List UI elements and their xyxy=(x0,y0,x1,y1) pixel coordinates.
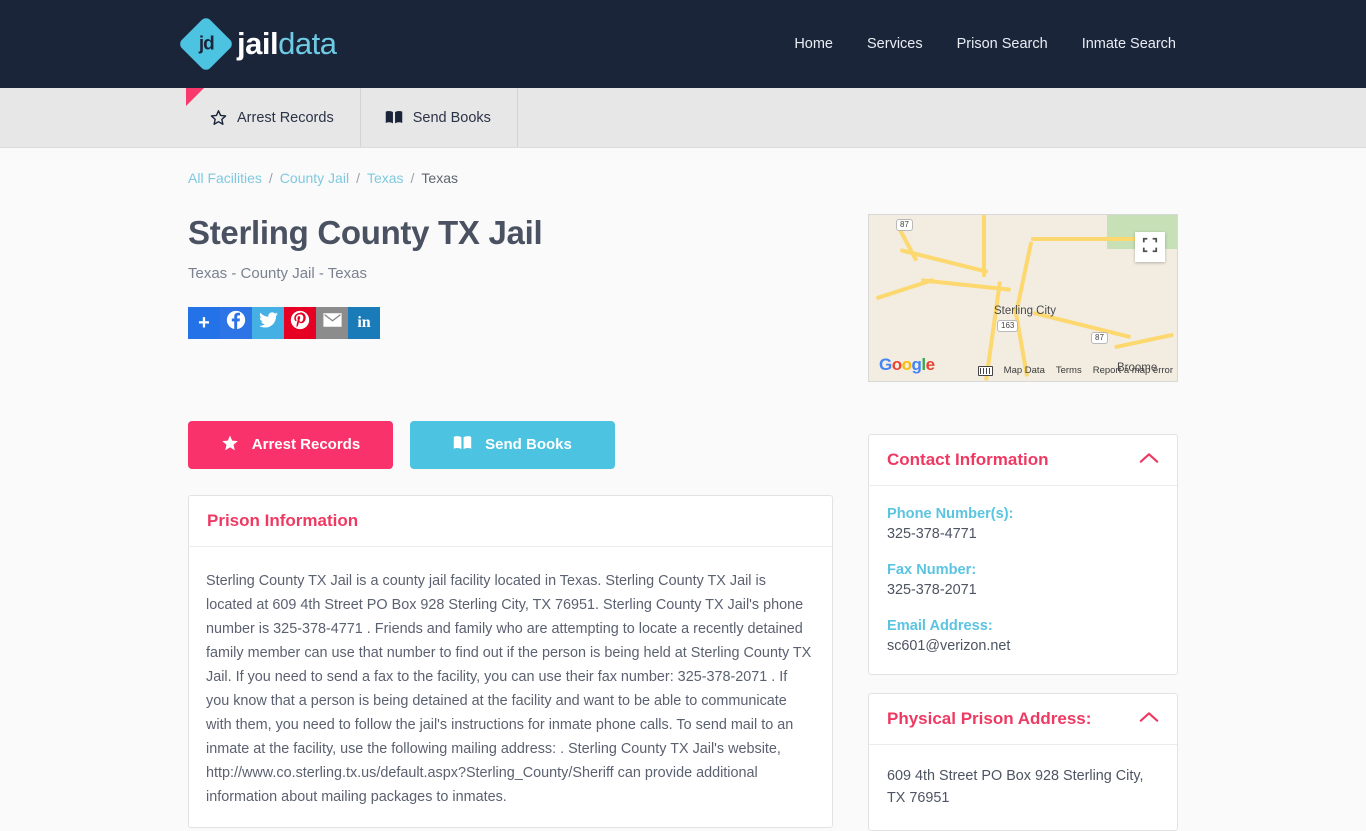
physical-address-value: 609 4th Street PO Box 928 Sterling City,… xyxy=(887,768,1144,807)
main-navigation: Home Services Prison Search Inmate Searc… xyxy=(794,36,1176,52)
logo-wordmark: jaildata xyxy=(237,26,337,62)
tab-arrest-records[interactable]: Arrest Records xyxy=(186,88,361,147)
breadcrumb-item-current: Texas xyxy=(421,170,458,186)
star-icon xyxy=(210,109,227,126)
fax-value: 325-378-2071 xyxy=(887,582,977,598)
map-footer: Map Data Terms Report a map error xyxy=(977,365,1173,376)
nav-item-prison-search[interactable]: Prison Search xyxy=(957,36,1048,52)
prison-information-panel: Prison Information Sterling County TX Ja… xyxy=(188,494,833,829)
email-icon xyxy=(322,313,342,332)
map-road xyxy=(899,248,989,274)
breadcrumb-item-county-jail[interactable]: County Jail xyxy=(280,170,349,186)
chevron-up-icon[interactable] xyxy=(1139,451,1159,469)
nav-item-services[interactable]: Services xyxy=(867,36,923,52)
phone-value: 325-378-4771 xyxy=(887,526,977,542)
tab-send-books-label: Send Books xyxy=(412,109,491,126)
send-books-button-label: Send Books xyxy=(485,436,572,454)
fullscreen-icon xyxy=(1142,237,1158,258)
book-icon xyxy=(385,110,403,125)
map-route-shield: 87 xyxy=(896,219,913,231)
share-linkedin-button[interactable]: in xyxy=(348,306,380,339)
physical-address-header[interactable]: Physical Prison Address: xyxy=(869,694,1177,745)
map-report-error-link[interactable]: Report a map error xyxy=(1093,365,1173,376)
prison-information-body: Sterling County TX Jail is a county jail… xyxy=(189,547,832,827)
sidebar-column: 87 163 87 Sterling City Broome Google Ma… xyxy=(868,214,1178,831)
contact-information-header[interactable]: Contact Information xyxy=(869,435,1177,486)
email-value: sc601@verizon.net xyxy=(887,638,1011,654)
keyboard-shortcuts-icon[interactable] xyxy=(977,365,993,376)
page-container: All Facilities / County Jail / Texas / Texas S… xyxy=(183,148,1183,831)
logo-word-data: data xyxy=(278,26,337,61)
book-icon xyxy=(453,435,472,455)
location-map[interactable]: 87 163 87 Sterling City Broome Google Ma… xyxy=(868,214,1178,382)
share-facebook-button[interactable] xyxy=(220,306,252,339)
map-route-shield: 87 xyxy=(1091,332,1108,344)
linkedin-icon: in xyxy=(357,313,371,331)
arrest-records-button[interactable]: Arrest Records xyxy=(188,420,393,469)
share-email-button[interactable] xyxy=(316,306,348,339)
map-data-link[interactable]: Map Data xyxy=(1004,365,1045,376)
chevron-up-icon[interactable] xyxy=(1139,710,1159,728)
tab-arrest-records-label: Arrest Records xyxy=(237,109,334,126)
facebook-icon xyxy=(226,310,246,335)
physical-address-panel: Physical Prison Address: 609 4th Street … xyxy=(868,693,1178,831)
phone-label: Phone Number(s): xyxy=(887,506,1014,522)
breadcrumb-item-texas[interactable]: Texas xyxy=(367,170,404,186)
site-header: jd jaildata Home Services Prison Search … xyxy=(0,0,1366,88)
share-twitter-button[interactable] xyxy=(252,306,284,339)
social-share-bar: + in xyxy=(188,306,833,339)
breadcrumb-separator: / xyxy=(356,170,360,186)
fax-label: Fax Number: xyxy=(887,562,977,578)
share-pinterest-button[interactable] xyxy=(284,306,316,339)
logo-word-jail: jail xyxy=(237,26,279,61)
page-subtitle: Texas - County Jail - Texas xyxy=(188,264,367,282)
breadcrumb-separator: / xyxy=(410,170,415,186)
content-columns: Sterling County TX Jail Texas - County J… xyxy=(188,214,1178,831)
prison-information-header: Prison Information xyxy=(189,496,832,547)
logo-initials: jd xyxy=(198,32,214,54)
map-road xyxy=(1014,241,1034,311)
action-buttons: Arrest Records Send Books xyxy=(188,420,833,469)
breadcrumb-separator: / xyxy=(268,170,273,186)
breadcrumb-item-all-facilities[interactable]: All Facilities xyxy=(188,170,262,186)
share-addthis-button[interactable]: + xyxy=(188,306,220,339)
contact-information-title: Contact Information xyxy=(887,450,1049,469)
plus-icon: + xyxy=(198,311,210,334)
nav-item-inmate-search[interactable]: Inmate Search xyxy=(1082,36,1176,52)
secondary-tab-bar: Arrest Records Send Books xyxy=(0,88,1366,148)
contact-information-panel: Contact Information Phone Number(s): 325… xyxy=(868,434,1178,675)
breadcrumb: All Facilities / County Jail / Texas / Texas xyxy=(188,148,1178,186)
email-label: Email Address: xyxy=(887,618,993,634)
map-route-shield: 163 xyxy=(997,320,1019,332)
google-logo: Google xyxy=(879,355,935,374)
arrest-records-button-label: Arrest Records xyxy=(251,436,361,454)
send-books-button[interactable]: Send Books xyxy=(410,420,615,469)
physical-address-title: Physical Prison Address: xyxy=(887,709,1092,728)
map-fullscreen-button[interactable] xyxy=(1135,232,1165,262)
prison-information-text: Sterling County TX Jail is a county jail… xyxy=(206,572,812,806)
main-column: Sterling County TX Jail Texas - County J… xyxy=(188,214,833,831)
star-icon xyxy=(221,434,239,456)
map-terms-link[interactable]: Terms xyxy=(1056,365,1082,376)
map-road xyxy=(1031,237,1149,241)
twitter-icon xyxy=(258,312,278,333)
page-title: Sterling County TX Jail xyxy=(188,214,543,251)
contact-information-body: Phone Number(s): 325-378-4771 Fax Number… xyxy=(869,486,1177,674)
pinterest-icon xyxy=(290,310,310,335)
corner-ribbon-marker xyxy=(186,88,204,106)
nav-item-home[interactable]: Home xyxy=(794,36,833,52)
prison-information-title: Prison Information xyxy=(207,510,359,530)
map-city-label: Sterling City xyxy=(994,305,1056,317)
physical-address-body: 609 4th Street PO Box 928 Sterling City,… xyxy=(869,745,1177,830)
logo-diamond-icon: jd xyxy=(177,15,235,73)
tab-send-books[interactable]: Send Books xyxy=(361,88,518,147)
site-logo[interactable]: jd jaildata xyxy=(177,15,337,73)
